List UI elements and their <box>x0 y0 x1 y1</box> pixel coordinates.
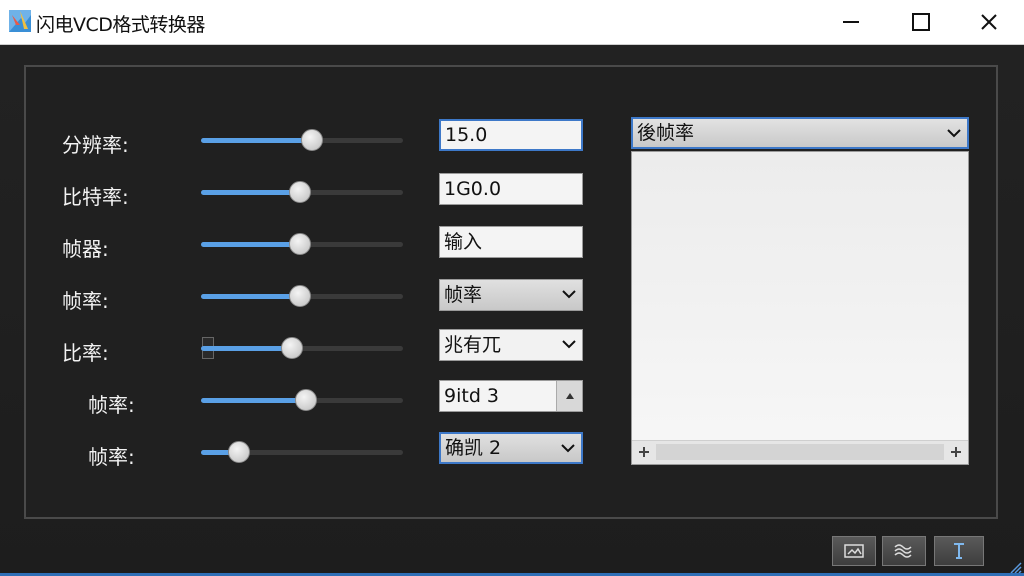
waves-icon <box>894 544 912 558</box>
settings-panel: 分辨率: 15.0 比特率: 1G0.0 帧器: 输入 帧率: 帧率 比率: 兆… <box>24 65 998 519</box>
slider-frame-device[interactable] <box>201 233 403 255</box>
slider-ratio[interactable] <box>201 337 403 359</box>
spin-up-icon <box>565 393 574 399</box>
slider-thumb[interactable] <box>301 129 323 151</box>
ratio-select[interactable]: 兆有兀 <box>439 329 583 361</box>
slider-thumb[interactable] <box>289 233 311 255</box>
footer-button-image[interactable] <box>832 536 876 566</box>
slider-thumb[interactable] <box>295 389 317 411</box>
footer-button-text[interactable] <box>934 536 984 566</box>
spin-up-button[interactable] <box>556 381 582 411</box>
row-label-frame-rate-3: 帧率: <box>88 445 135 469</box>
row-label-frame-device: 帧器: <box>62 237 109 261</box>
frame-rate-select[interactable]: 帧率 <box>439 279 583 311</box>
row-label-ratio: 比率: <box>62 341 109 365</box>
row-label-bitrate: 比特率: <box>62 185 129 209</box>
close-icon <box>981 14 997 30</box>
slider-thumb[interactable] <box>289 285 311 307</box>
frame-rate-select-value: 帧率 <box>444 284 483 306</box>
row-label-frame-rate: 帧率: <box>62 289 109 313</box>
ratio-select-value: 兆有兀 <box>444 334 502 356</box>
frame-rate-select-2[interactable]: 确凯 2 <box>439 432 583 464</box>
title-bar: 闪电VCD格式转换器 <box>0 0 1024 45</box>
horizontal-scrollbar[interactable] <box>632 440 968 464</box>
resize-grip-icon[interactable] <box>1008 560 1022 574</box>
scrollbar-thumb[interactable] <box>656 444 944 460</box>
bitrate-field[interactable]: 1G0.0 <box>439 173 583 205</box>
chevron-down-icon <box>562 290 576 299</box>
slider-thumb[interactable] <box>228 441 250 463</box>
frame-rate-spin-field[interactable]: 9itd 3 <box>439 380 583 412</box>
plus-icon <box>639 447 649 457</box>
minimize-icon <box>843 21 859 23</box>
plus-icon <box>951 447 961 457</box>
window-title: 闪电VCD格式转换器 <box>36 14 205 36</box>
chevron-down-icon <box>947 129 961 138</box>
slider-thumb[interactable] <box>281 337 303 359</box>
right-list-area[interactable] <box>631 151 969 465</box>
app-logo-icon <box>9 10 31 32</box>
frame-device-field[interactable]: 输入 <box>439 226 583 258</box>
row-label-frame-rate-2: 帧率: <box>88 393 135 417</box>
slider-frame-rate-2[interactable] <box>201 389 403 411</box>
slider-bitrate[interactable] <box>201 181 403 203</box>
chevron-down-icon <box>562 340 576 349</box>
frame-rate-spin-value: 9itd 3 <box>444 385 500 407</box>
client-area: 分辨率: 15.0 比特率: 1G0.0 帧器: 输入 帧率: 帧率 比率: 兆… <box>0 45 1024 576</box>
maximize-button[interactable] <box>886 0 956 44</box>
image-icon <box>844 544 864 558</box>
footer-button-waves[interactable] <box>882 536 926 566</box>
slider-thumb[interactable] <box>289 181 311 203</box>
right-dropdown[interactable]: 後帧率 <box>631 117 969 149</box>
scroll-right-button[interactable] <box>946 443 966 461</box>
resolution-field[interactable]: 15.0 <box>439 119 583 151</box>
slider-frame-rate[interactable] <box>201 285 403 307</box>
scroll-left-button[interactable] <box>634 443 654 461</box>
close-button[interactable] <box>954 0 1024 44</box>
slider-frame-rate-3[interactable] <box>201 441 403 463</box>
minimize-button[interactable] <box>816 0 886 44</box>
chevron-down-icon <box>561 444 575 453</box>
slider-resolution[interactable] <box>201 129 403 151</box>
right-dropdown-value: 後帧率 <box>637 122 695 144</box>
frame-rate-select-2-value: 确凯 2 <box>445 437 502 459</box>
text-cursor-icon <box>954 543 964 559</box>
row-label-resolution: 分辨率: <box>62 133 129 157</box>
maximize-icon <box>912 13 930 31</box>
